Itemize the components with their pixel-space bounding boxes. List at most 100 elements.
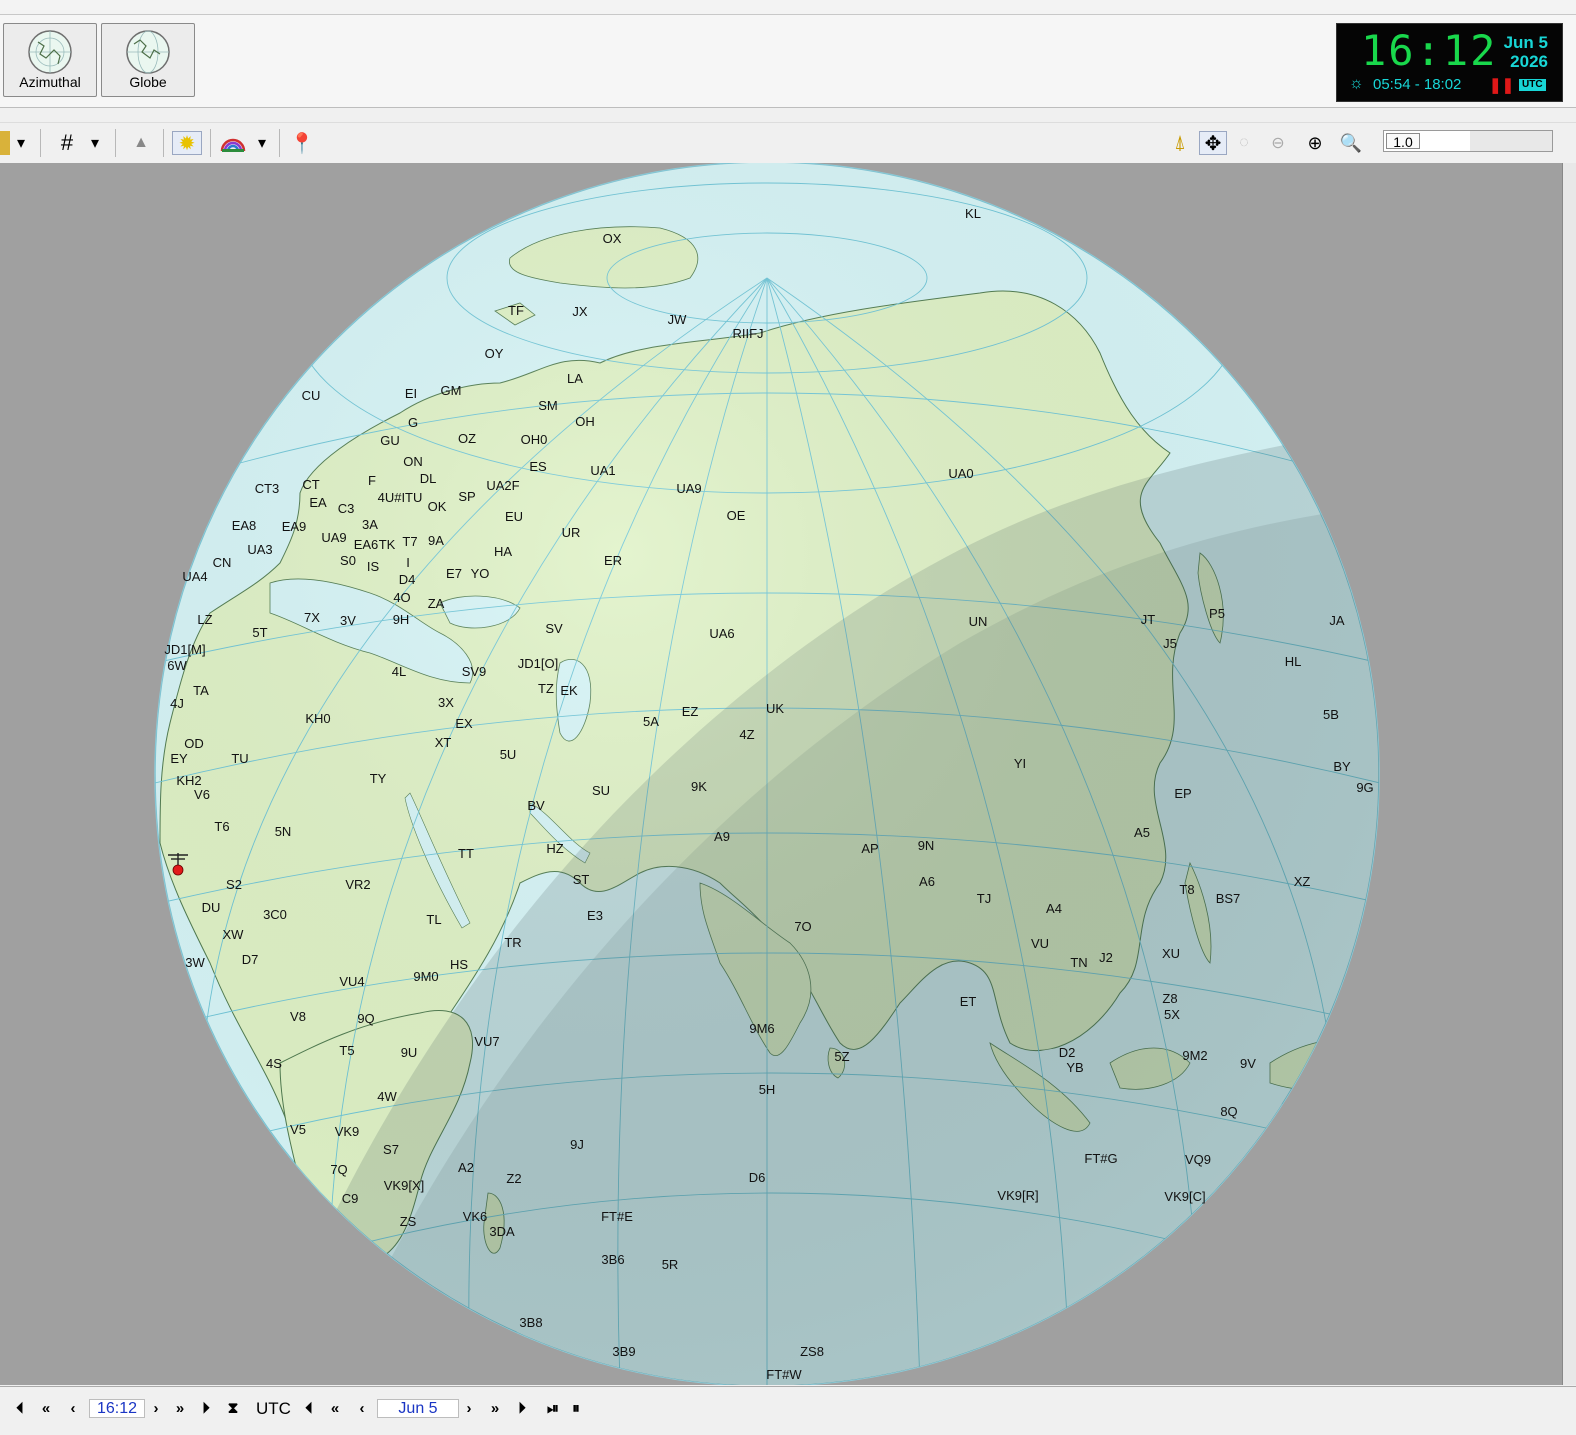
- prefix-label: JT: [1141, 612, 1156, 627]
- prefix-label: EA6: [354, 537, 379, 552]
- back-icon[interactable]: ‹: [63, 1399, 83, 1418]
- azimuthal-view-button[interactable]: Azimuthal: [3, 23, 97, 97]
- date-fast-forward-icon[interactable]: »: [485, 1399, 505, 1418]
- grid-icon[interactable]: #: [54, 130, 80, 155]
- date-field[interactable]: Jun 5: [377, 1399, 459, 1418]
- prefix-label: UK: [766, 701, 784, 716]
- date-back-start-icon[interactable]: ⏴: [299, 1399, 319, 1418]
- prefix-label: T5: [339, 1043, 354, 1058]
- mountain-icon[interactable]: ▲: [129, 131, 153, 155]
- zoom-slider[interactable]: [1470, 131, 1552, 151]
- prefix-label: UA9: [676, 481, 701, 496]
- pause-icon[interactable]: ❚❚: [1489, 76, 1514, 94]
- prefix-label: A4: [1046, 901, 1062, 916]
- map-view[interactable]: OX KL TF JX JW RIIFJ OY LA CU EI GM SM G OH GU OZ OH0 ON E…: [0, 163, 1562, 1385]
- prefix-label: FT#W: [766, 1367, 802, 1382]
- prefix-label: DU: [202, 900, 221, 915]
- prefix-label: ON: [403, 454, 423, 469]
- date-back-icon[interactable]: ‹: [352, 1399, 372, 1418]
- prefix-label: JA: [1329, 613, 1345, 628]
- prefix-label: C9: [342, 1191, 359, 1206]
- fast-forward-icon[interactable]: »: [170, 1399, 190, 1418]
- grid-dropdown-icon[interactable]: ▾: [86, 131, 104, 155]
- fast-back-icon[interactable]: «: [36, 1399, 56, 1418]
- time-field[interactable]: 16:12: [89, 1399, 145, 1418]
- prefix-label: S7: [383, 1142, 399, 1157]
- forward-icon[interactable]: ›: [146, 1399, 166, 1418]
- utc-badge: UTC: [1519, 79, 1546, 91]
- prefix-label: HS: [450, 957, 468, 972]
- zoom-value[interactable]: 1.0: [1386, 133, 1420, 150]
- prefix-label: EU: [505, 509, 523, 524]
- prefix-label: ET: [960, 994, 977, 1009]
- prefix-label: E7: [446, 566, 462, 581]
- rewind-icon[interactable]: ⏴: [10, 1399, 30, 1418]
- prefix-label: IS: [367, 559, 380, 574]
- prefix-label: EA8: [232, 518, 257, 533]
- zoom-in-icon[interactable]: ⊕: [1301, 131, 1329, 155]
- resume-icon[interactable]: ⏯: [543, 1399, 563, 1418]
- prefix-label: 9H: [393, 612, 410, 627]
- prefix-label: VK9: [335, 1124, 360, 1139]
- reset-icon[interactable]: ◌: [1232, 131, 1256, 155]
- prefix-label: 9Q: [357, 1011, 374, 1026]
- prefix-label: A5: [1134, 825, 1150, 840]
- prefix-label: UR: [562, 525, 581, 540]
- prefix-label: EI: [405, 386, 417, 401]
- prefix-label: 4U#ITU: [378, 490, 423, 505]
- prefix-label: 3DA: [489, 1224, 515, 1239]
- zoom-field[interactable]: 1.0: [1383, 130, 1553, 152]
- hourglass-icon[interactable]: ⧗: [223, 1399, 243, 1418]
- prefix-label: G: [408, 415, 418, 430]
- layers-dropdown-icon[interactable]: ▾: [12, 131, 30, 155]
- prefix-label: 9J: [570, 1137, 584, 1152]
- sun-icon[interactable]: ✹: [172, 131, 202, 155]
- prefix-label: XU: [1162, 946, 1180, 961]
- time-navigation-bar: ⏴ « ‹ 16:12 › » ⏵ ⧗ UTC ⏴ « ‹ Jun 5 › » …: [0, 1386, 1576, 1435]
- prefix-label: OZ: [458, 431, 476, 446]
- prefix-label: JD1[O]: [518, 656, 558, 671]
- prefix-label: YI: [1014, 756, 1026, 771]
- prefix-label: A2: [458, 1160, 474, 1175]
- prefix-label: 9G: [1356, 780, 1373, 795]
- prefix-label: Z8: [1162, 991, 1177, 1006]
- aurora-dropdown-icon[interactable]: ▾: [253, 131, 271, 155]
- play-icon[interactable]: ⏵: [196, 1399, 216, 1418]
- date-forward-icon[interactable]: ›: [459, 1399, 479, 1418]
- prefix-label: 8Q: [1220, 1104, 1237, 1119]
- prefix-label: DL: [420, 471, 437, 486]
- globe-view-button[interactable]: Globe: [101, 23, 195, 97]
- prefix-label: XZ: [1294, 874, 1311, 889]
- prefix-label: 9M2: [1182, 1048, 1207, 1063]
- clock-date-day: Jun 5: [1503, 33, 1548, 52]
- prefix-label: 3X: [438, 695, 454, 710]
- prefix-label: P5: [1209, 606, 1225, 621]
- prefix-label: VK9[R]: [997, 1188, 1038, 1203]
- prefix-label: JX: [572, 304, 588, 319]
- prefix-label: XW: [223, 927, 245, 942]
- globe-map[interactable]: OX KL TF JX JW RIIFJ OY LA CU EI GM SM G OH GU OZ OH0 ON E…: [0, 163, 1562, 1385]
- date-fast-back-icon[interactable]: «: [325, 1399, 345, 1418]
- prefix-label: V8: [290, 1009, 306, 1024]
- prefix-label: OK: [428, 499, 447, 514]
- compass-icon[interactable]: ⍋: [1167, 131, 1193, 155]
- prefix-label: 9N: [918, 838, 935, 853]
- move-icon[interactable]: ✥: [1199, 131, 1227, 155]
- pause-icon[interactable]: ⏸: [566, 1399, 586, 1418]
- azimuthal-globe-icon: [28, 30, 72, 74]
- prefix-label: EA: [309, 495, 327, 510]
- prefix-label: KH0: [305, 711, 330, 726]
- prefix-label: CU: [302, 388, 321, 403]
- prefix-label: 6W: [167, 658, 187, 673]
- minus-icon[interactable]: ⊖: [1266, 131, 1290, 155]
- prefix-label: 7Q: [330, 1162, 347, 1177]
- date-end-icon[interactable]: ⏵: [512, 1399, 532, 1418]
- aurora-icon[interactable]: [219, 131, 247, 155]
- zoom-out-icon[interactable]: 🔍: [1337, 131, 1365, 155]
- pushpin-icon[interactable]: 📍: [289, 131, 315, 155]
- prefix-label: 9A: [428, 533, 444, 548]
- prefix-label: CT: [302, 477, 319, 492]
- prefix-label: 5H: [759, 1082, 776, 1097]
- layers-icon[interactable]: [0, 131, 10, 155]
- prefix-label: D6: [749, 1170, 766, 1185]
